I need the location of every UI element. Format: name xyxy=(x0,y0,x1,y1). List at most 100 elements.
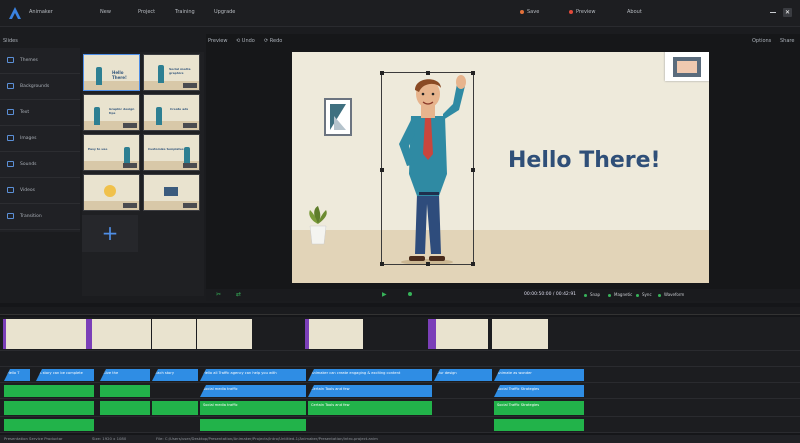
text-clip[interactable]: Hello all Traffic agency can help you wi… xyxy=(200,369,306,381)
timeline[interactable]: Hello T A story can be complete Give the… xyxy=(0,303,800,435)
slide-clip[interactable] xyxy=(197,319,252,349)
resize-handle[interactable] xyxy=(380,71,384,75)
lightbulb-icon xyxy=(104,185,116,197)
selection-box[interactable] xyxy=(380,71,475,266)
media-clip[interactable]: Certain Tools and few xyxy=(308,401,432,415)
track-empty[interactable] xyxy=(0,351,800,367)
timeline-ruler[interactable] xyxy=(0,307,800,315)
preview-button[interactable]: Preview xyxy=(569,9,595,15)
track-text[interactable]: Hello T A story can be complete Give the… xyxy=(0,367,800,383)
slide-canvas[interactable]: Hello There! xyxy=(292,52,709,283)
about-button[interactable]: About xyxy=(627,9,642,15)
sync-toggle[interactable]: Sync xyxy=(636,292,652,297)
text-clip[interactable]: Each story xyxy=(152,369,198,381)
track-images[interactable]: Social media traffic Certain Tools and f… xyxy=(0,383,800,399)
sidebar-item-sounds[interactable]: Sounds xyxy=(0,152,80,178)
slide-clip[interactable] xyxy=(152,319,196,349)
transition-icon xyxy=(7,213,14,219)
undo-button[interactable]: ⟲ Undo xyxy=(236,38,255,44)
resize-handle[interactable] xyxy=(471,71,475,75)
resize-handle[interactable] xyxy=(426,262,430,266)
image-clip[interactable] xyxy=(4,385,94,397)
app-title: Animaker xyxy=(29,9,53,15)
laptop-icon xyxy=(164,187,178,196)
text-clip[interactable]: Social Traffic Strategies xyxy=(494,385,584,397)
crop-icon[interactable]: ✂ xyxy=(216,291,221,298)
slide-clip[interactable] xyxy=(3,319,93,349)
track-extra[interactable] xyxy=(0,417,800,433)
preview-label: Preview xyxy=(208,38,228,44)
image-clip[interactable] xyxy=(100,385,150,397)
options-button[interactable]: Options xyxy=(752,38,771,44)
media-clip[interactable]: Social Traffic Strategies xyxy=(494,401,584,415)
sidebar-item-text[interactable]: Text xyxy=(0,100,80,126)
media-clip[interactable] xyxy=(4,419,94,431)
slide-thumb-3[interactable]: Graphic design tips xyxy=(83,94,140,131)
menu-training[interactable]: Training xyxy=(175,9,195,15)
close-icon[interactable]: ✕ xyxy=(783,8,792,17)
snap-toggle[interactable]: Snap xyxy=(584,292,600,297)
share-button[interactable]: Share xyxy=(780,38,794,44)
slide-thumb-7[interactable] xyxy=(83,174,140,211)
magnetic-toggle[interactable]: Magnetic xyxy=(608,292,632,297)
slide-list: Hello There! Social media graphics Graph… xyxy=(82,52,204,296)
title-bar: Animaker New Project Training Upgrade Sa… xyxy=(0,0,800,27)
left-panel: Themes Backgrounds Text Images Sounds Vi… xyxy=(0,48,80,232)
sidebar-item-themes[interactable]: Themes xyxy=(0,48,80,74)
media-clip[interactable] xyxy=(152,401,198,415)
slide-thumb-6[interactable]: Customize templates xyxy=(143,134,200,171)
slide-thumb-8[interactable] xyxy=(143,174,200,211)
slide-thumb-1[interactable]: Hello There! xyxy=(83,54,140,91)
text-icon xyxy=(7,109,14,115)
add-slide-button[interactable]: + xyxy=(82,215,138,252)
media-clip[interactable] xyxy=(494,419,584,431)
sidebar-item-backgrounds[interactable]: Backgrounds xyxy=(0,74,80,100)
slide-clip[interactable] xyxy=(86,319,151,349)
text-clip[interactable]: Animaker can create engaging & exciting … xyxy=(308,369,432,381)
text-clip[interactable]: Certain Tools and few xyxy=(308,385,432,397)
background-icon xyxy=(7,83,14,89)
sidebar-item-transition[interactable]: Transition xyxy=(0,204,80,230)
save-button[interactable]: Save xyxy=(520,9,539,15)
playhead-icon[interactable] xyxy=(408,292,412,296)
sidebar-item-videos[interactable]: Videos xyxy=(0,178,80,204)
redo-button[interactable]: ⟳ Redo xyxy=(264,38,282,44)
track-slides[interactable] xyxy=(0,317,800,351)
menu-project[interactable]: Project xyxy=(138,9,155,15)
slide-clip[interactable] xyxy=(492,319,548,349)
track-media[interactable]: Social media traffic Certain Tools and f… xyxy=(0,399,800,417)
slide-thumb-2[interactable]: Social media graphics xyxy=(143,54,200,91)
text-clip[interactable]: Animate as wonder xyxy=(494,369,584,381)
resize-handle[interactable] xyxy=(426,71,430,75)
canvas-headline[interactable]: Hello There! xyxy=(508,148,661,173)
waveform-toggle[interactable]: Waveform xyxy=(658,292,684,297)
panel-header: Slides xyxy=(3,38,18,44)
text-clip[interactable]: Social media traffic xyxy=(200,385,306,397)
resize-handle[interactable] xyxy=(380,262,384,266)
menu-new[interactable]: New xyxy=(100,9,111,15)
sidebar-item-images[interactable]: Images xyxy=(0,126,80,152)
text-clip[interactable]: Give the xyxy=(100,369,150,381)
resize-handle[interactable] xyxy=(471,168,475,172)
text-clip[interactable]: Hello T xyxy=(4,369,30,381)
status-project: Presentation Service Productar xyxy=(4,436,63,441)
loop-icon[interactable]: ⇄ xyxy=(236,291,241,298)
slide-thumb-4[interactable]: Create ads xyxy=(143,94,200,131)
picture-frame[interactable] xyxy=(324,98,352,136)
menu-upgrade[interactable]: Upgrade xyxy=(214,9,235,15)
brand-mark[interactable] xyxy=(665,52,709,81)
slide-clip[interactable] xyxy=(428,319,488,349)
media-clip[interactable] xyxy=(100,401,150,415)
resize-handle[interactable] xyxy=(471,262,475,266)
slide-thumb-5[interactable]: Easy to use xyxy=(83,134,140,171)
media-clip[interactable] xyxy=(200,419,306,431)
slide-clip[interactable] xyxy=(305,319,363,349)
media-clip[interactable]: Social media traffic xyxy=(200,401,306,415)
media-clip[interactable] xyxy=(4,401,94,415)
resize-handle[interactable] xyxy=(380,168,384,172)
plant-icon[interactable] xyxy=(306,204,330,246)
minimize-icon[interactable] xyxy=(770,12,776,13)
text-clip[interactable]: Our design xyxy=(434,369,492,381)
text-clip[interactable]: A story can be complete xyxy=(36,369,94,381)
play-icon[interactable]: ▶ xyxy=(382,291,387,298)
